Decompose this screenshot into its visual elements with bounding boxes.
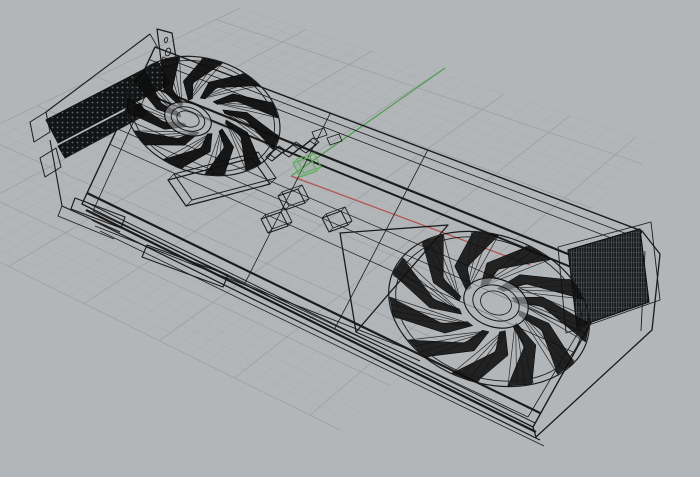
viewport-canvas[interactable] [0,0,700,477]
cad-viewport[interactable] [0,0,700,477]
viewport-background [0,0,700,477]
